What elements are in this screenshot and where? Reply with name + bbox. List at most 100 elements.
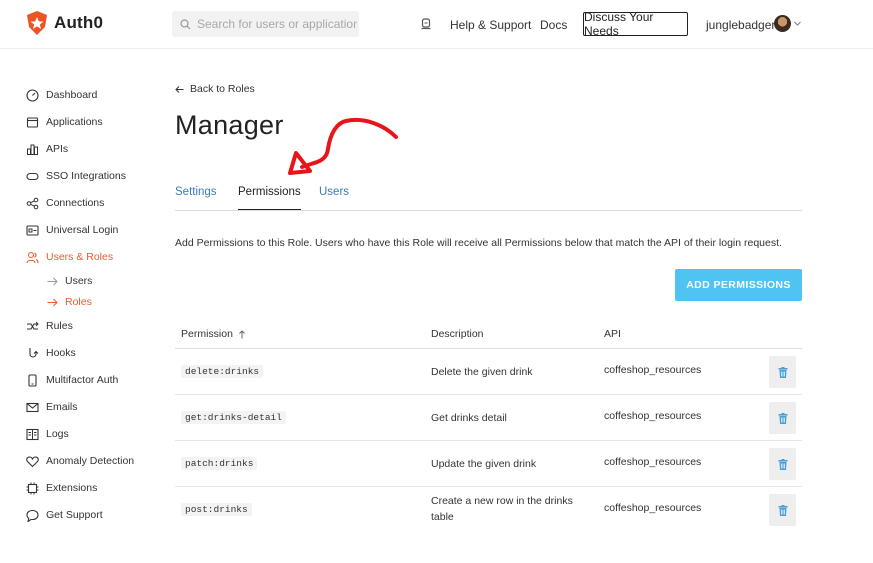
- extensions-icon: [26, 482, 39, 494]
- docs-link[interactable]: Docs: [540, 18, 567, 32]
- table-row: post:drinks Create a new row in the drin…: [175, 487, 802, 533]
- notification-icon[interactable]: [419, 17, 433, 31]
- brand-name: Auth0: [54, 13, 104, 32]
- sidebar-item-label: Get Support: [46, 509, 103, 521]
- back-to-roles-link[interactable]: Back to Roles: [175, 83, 255, 95]
- discuss-needs-button[interactable]: Discuss Your Needs: [583, 10, 688, 38]
- trash-icon: [778, 458, 787, 470]
- dashboard-icon: [26, 88, 39, 102]
- trash-icon: [778, 366, 787, 378]
- search-icon: [180, 18, 191, 29]
- delete-permission-button[interactable]: [769, 356, 796, 388]
- delete-permission-button[interactable]: [769, 494, 796, 526]
- email-icon: [26, 402, 39, 412]
- chevron-down-icon[interactable]: [793, 19, 802, 28]
- sidebar-item-logs[interactable]: Logs: [26, 425, 69, 443]
- mfa-icon: [28, 373, 37, 387]
- sidebar-item-hooks[interactable]: Hooks: [26, 344, 76, 362]
- trash-icon: [778, 504, 787, 516]
- back-label: Back to Roles: [190, 83, 255, 95]
- search-input[interactable]: [197, 17, 357, 31]
- column-header-api: API: [604, 328, 621, 340]
- sidebar-item-label: Logs: [46, 428, 69, 440]
- page-title: Manager: [175, 110, 284, 140]
- trash-icon: [778, 412, 787, 424]
- api-cell: coffeshop_resources: [604, 502, 702, 514]
- username[interactable]: junglebadger: [706, 18, 775, 32]
- api-cell: coffeshop_resources: [604, 410, 702, 422]
- sso-icon: [26, 172, 39, 180]
- permission-cell: delete:drinks: [181, 365, 264, 378]
- sidebar-item-anomaly-detection[interactable]: Anomaly Detection: [26, 452, 134, 470]
- users-icon: [26, 251, 39, 263]
- applications-icon: [26, 116, 39, 128]
- tab-bar: Settings Permissions Users: [175, 182, 802, 211]
- sidebar-item-label: Multifactor Auth: [46, 374, 119, 386]
- sidebar-item-label: Extensions: [46, 482, 98, 494]
- sidebar-item-label: Rules: [46, 320, 73, 332]
- sidebar-item-mfa[interactable]: Multifactor Auth: [26, 371, 118, 389]
- sidebar-item-extensions[interactable]: Extensions: [26, 479, 97, 497]
- sidebar-item-sso[interactable]: SSO Integrations: [26, 167, 126, 185]
- sort-ascending-icon: [239, 329, 245, 338]
- sidebar-item-label: Users & Roles: [46, 251, 114, 263]
- column-header-label: Permission: [181, 328, 233, 340]
- tab-settings[interactable]: Settings: [175, 186, 217, 210]
- universal-login-icon: [26, 224, 39, 236]
- avatar[interactable]: [774, 15, 791, 32]
- delete-permission-button[interactable]: [769, 402, 796, 434]
- sidebar-item-emails[interactable]: Emails: [26, 398, 78, 416]
- sidebar-item-users-roles[interactable]: Users & Roles: [26, 248, 113, 266]
- add-permissions-button[interactable]: ADD PERMISSIONS: [675, 269, 802, 301]
- sidebar-item-connections[interactable]: Connections: [26, 194, 104, 212]
- sidebar-item-get-support[interactable]: Get Support: [26, 506, 103, 524]
- arrow-left-icon: [175, 85, 184, 93]
- sidebar-item-applications[interactable]: Applications: [26, 113, 103, 131]
- permissions-description: Add Permissions to this Role. Users who …: [175, 237, 782, 249]
- sidebar-item-label: Hooks: [46, 347, 76, 359]
- permission-cell: patch:drinks: [181, 457, 258, 470]
- column-header-permission[interactable]: Permission: [181, 328, 246, 340]
- sidebar-subitem-users[interactable]: Users: [47, 273, 92, 289]
- arrow-right-icon: [47, 298, 58, 306]
- delete-permission-button[interactable]: [769, 448, 796, 480]
- tab-permissions[interactable]: Permissions: [238, 186, 301, 210]
- sidebar-item-dashboard[interactable]: Dashboard: [26, 86, 97, 104]
- api-cell: coffeshop_resources: [604, 456, 702, 468]
- sidebar-item-label: SSO Integrations: [46, 170, 126, 182]
- sidebar-item-label: Applications: [46, 116, 103, 128]
- permission-cell: get:drinks-detail: [181, 411, 286, 424]
- apis-icon: [27, 144, 38, 155]
- rules-icon: [27, 321, 39, 330]
- auth0-logo[interactable]: Auth0: [26, 11, 103, 35]
- description-cell: Update the given drink: [431, 458, 537, 470]
- sidebar-item-rules[interactable]: Rules: [26, 317, 73, 335]
- sidebar-subitem-label: Users: [65, 275, 93, 287]
- hooks-icon: [29, 347, 39, 358]
- tab-users[interactable]: Users: [319, 186, 349, 210]
- top-header: Auth0 Help & Support Docs Discuss Your N…: [0, 0, 873, 49]
- logs-icon: [26, 428, 39, 440]
- heart-icon: [26, 455, 39, 467]
- sidebar-item-label: APIs: [46, 143, 69, 155]
- table-row: patch:drinks Update the given drink coff…: [175, 441, 802, 487]
- description-cell: Create a new row in the drinks table: [431, 495, 573, 523]
- auth0-logo-icon: [27, 11, 47, 35]
- description-cell: Get drinks detail: [431, 412, 507, 424]
- sidebar-item-label: Universal Login: [46, 224, 119, 236]
- sidebar-subitem-roles[interactable]: Roles: [47, 294, 92, 310]
- sidebar-item-apis[interactable]: APIs: [26, 140, 68, 158]
- table-row: delete:drinks Delete the given drink cof…: [175, 349, 802, 395]
- annotation-arrow: [288, 118, 398, 175]
- sidebar-item-label: Emails: [46, 401, 78, 413]
- support-icon: [26, 509, 39, 522]
- column-header-description: Description: [431, 328, 484, 340]
- arrow-right-icon: [47, 277, 58, 285]
- help-support-link[interactable]: Help & Support: [450, 18, 531, 32]
- sidebar-item-universal-login[interactable]: Universal Login: [26, 221, 118, 239]
- connections-icon: [26, 197, 39, 209]
- sidebar-item-label: Dashboard: [46, 89, 98, 101]
- permission-cell: post:drinks: [181, 503, 252, 516]
- sidebar-item-label: Connections: [46, 197, 105, 209]
- search-box[interactable]: [172, 11, 359, 37]
